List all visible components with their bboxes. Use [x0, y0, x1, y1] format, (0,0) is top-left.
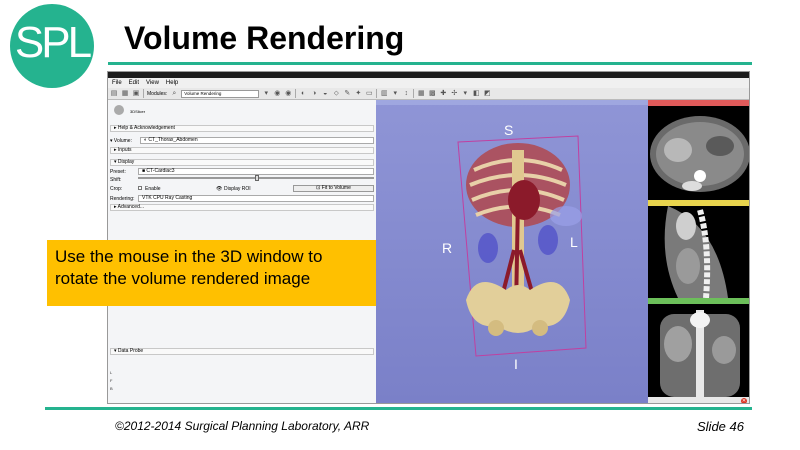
- status-bar: ✕: [648, 397, 749, 403]
- probe-line-b: B: [110, 386, 113, 391]
- logo-text: SPL: [14, 18, 92, 67]
- probe-line-f: F: [110, 378, 113, 383]
- data-probe-section-label: Data Probe: [117, 348, 144, 354]
- slide-number: Slide 46: [697, 419, 744, 434]
- footer-divider: [45, 407, 752, 410]
- toolbar-separator: [295, 89, 297, 98]
- volume-rendering-image[interactable]: [436, 130, 596, 370]
- models-module-icon[interactable]: ◒: [321, 90, 329, 98]
- mouse-mode-icon[interactable]: ↕: [402, 90, 410, 98]
- preset-selector[interactable]: ■ CT-Cardiac3: [138, 168, 374, 175]
- kidney-right-shape: [478, 233, 498, 263]
- crop-label: Crop:: [110, 186, 123, 192]
- layout-icon[interactable]: ▥: [380, 90, 388, 98]
- preset-label: Preset:: [110, 169, 126, 175]
- sagittal-ct-image: [664, 206, 728, 298]
- crop-enable-label: Enable: [145, 186, 161, 192]
- dcm-icon[interactable]: ▦: [121, 90, 129, 98]
- heart-shape: [508, 180, 540, 220]
- yellow-slice-view[interactable]: [648, 200, 749, 298]
- crosshair-icon[interactable]: ✚: [439, 90, 447, 98]
- menu-view[interactable]: View: [146, 80, 159, 86]
- display-roi-label: Display ROI: [224, 186, 251, 192]
- volume-label: ▾ Volume:: [110, 138, 132, 144]
- extensions-icon[interactable]: ✦: [354, 90, 362, 98]
- persistent-icon[interactable]: ▾: [461, 90, 469, 98]
- scene-view-icon[interactable]: ▩: [428, 90, 436, 98]
- menu-bar: File Edit View Help: [108, 78, 749, 88]
- shift-label: Shift:: [110, 177, 122, 183]
- fiducial-icon[interactable]: ✢: [450, 90, 458, 98]
- coronal-ct-image: [660, 310, 740, 397]
- module-selector[interactable]: Volume Rendering: [181, 89, 260, 98]
- data-probe-section-header[interactable]: ▾ Data Probe: [110, 348, 374, 355]
- probe-line-l: L: [110, 370, 113, 375]
- python-console-icon[interactable]: ◩: [483, 90, 491, 98]
- inputs-section-header[interactable]: ▸ Inputs: [110, 147, 374, 154]
- callout-text: Use the mouse in the 3D window to rotate…: [55, 247, 323, 288]
- display-section-label: Display: [117, 159, 135, 165]
- volume-selector-value: CT_Thorax_Abdomen: [148, 137, 198, 143]
- slide-title: Volume Rendering: [124, 20, 405, 56]
- modules-label: Modules:: [147, 90, 168, 97]
- pelvis-shape: [466, 282, 570, 333]
- menu-file[interactable]: File: [112, 80, 122, 86]
- slicer-logo-icon: [114, 105, 124, 115]
- green-slice-view[interactable]: [648, 298, 749, 397]
- footer-copyright: ©2012-2014 Surgical Planning Laboratory,…: [115, 419, 370, 433]
- menu-help[interactable]: Help: [166, 80, 178, 86]
- 3d-view[interactable]: S R L I: [376, 100, 648, 403]
- fit-to-volume-button[interactable]: ⊡ Fit to Volume: [293, 185, 374, 192]
- volume-label-text: Volume:: [113, 138, 132, 144]
- hip-joint-right-shape: [488, 320, 504, 336]
- history-icon[interactable]: ▾: [262, 90, 270, 98]
- advanced-section-header[interactable]: ▸ Advanced...: [110, 204, 374, 211]
- save-icon[interactable]: ▣: [132, 90, 140, 98]
- toolbar-separator: [143, 89, 144, 98]
- advanced-section-label: Advanced...: [117, 204, 145, 210]
- slicer-logo-label: 3DSlicer: [130, 109, 146, 114]
- transforms-module-icon[interactable]: ⬦: [332, 90, 340, 98]
- data-module-icon[interactable]: ◐: [299, 90, 307, 98]
- help-section-label: Help & Acknowledgement: [117, 125, 175, 131]
- crop-enable-checkbox[interactable]: [138, 186, 142, 190]
- load-data-icon[interactable]: ▤: [110, 90, 118, 98]
- inputs-section-label: Inputs: [117, 147, 132, 153]
- kidney-left-shape: [538, 225, 558, 255]
- forward-icon[interactable]: ◉: [284, 90, 292, 98]
- rendering-selector-value: VTK CPU Ray Casting: [142, 195, 193, 201]
- spleen-shape: [550, 206, 582, 226]
- rendering-label: Rendering:: [110, 196, 135, 202]
- display-section-header[interactable]: ▾ Display: [110, 159, 374, 166]
- toolbar-separator: [376, 89, 378, 98]
- layout-dropdown-icon[interactable]: ▾: [391, 90, 399, 98]
- rendering-selector[interactable]: VTK CPU Ray Casting: [138, 195, 374, 202]
- fit-to-volume-label: Fit to Volume: [321, 185, 351, 191]
- python-icon[interactable]: ▭: [365, 90, 373, 98]
- back-icon[interactable]: ◉: [273, 90, 281, 98]
- volume-selector[interactable]: ◐ CT_Thorax_Abdomen: [140, 137, 374, 144]
- error-log-icon[interactable]: ✕: [741, 398, 747, 403]
- instruction-callout: Use the mouse in the 3D window to rotate…: [47, 240, 376, 306]
- title-divider: [108, 62, 752, 65]
- module-search-icon[interactable]: ⌕: [170, 90, 178, 98]
- shift-slider-handle[interactable]: [255, 175, 259, 181]
- red-slice-view[interactable]: [648, 100, 749, 200]
- slicer-app-window: File Edit View Help ▤ ▦ ▣ Modules: ⌕ Vol…: [107, 71, 750, 404]
- spl-logo: SPL: [10, 4, 94, 88]
- toolbar: ▤ ▦ ▣ Modules: ⌕ Volume Rendering ▾ ◉ ◉ …: [108, 88, 749, 100]
- 3d-view-controller-bar[interactable]: [376, 100, 648, 105]
- display-roi-icon[interactable]: 👁: [216, 186, 222, 192]
- help-section-header[interactable]: ▸ Help & Acknowledgement: [110, 125, 374, 132]
- hip-joint-left-shape: [532, 320, 548, 336]
- screenshot-icon[interactable]: ▦: [417, 90, 425, 98]
- preset-selector-value: CT-Cardiac3: [146, 168, 175, 174]
- editor-module-icon[interactable]: ✎: [343, 90, 351, 98]
- menu-edit[interactable]: Edit: [129, 80, 139, 86]
- extension-manager-icon[interactable]: ◧: [472, 90, 480, 98]
- toolbar-separator: [413, 89, 415, 98]
- volumes-module-icon[interactable]: ◑: [310, 90, 318, 98]
- axial-ct-image: [650, 116, 749, 192]
